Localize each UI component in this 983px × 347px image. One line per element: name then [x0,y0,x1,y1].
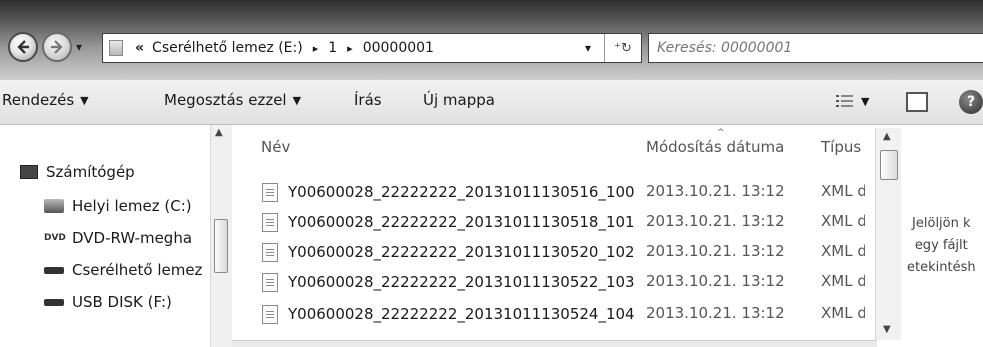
scrollbar-thumb[interactable] [214,219,228,273]
file-row[interactable]: Y00600028_22222222_20131011130518_101 [262,208,635,236]
chevron-down-icon: ▼ [861,94,870,108]
burn-button[interactable]: Írás [354,91,382,109]
navigation-pane: Számítógép Helyi lemez (C:) DVD DVD-RW-m… [0,125,232,347]
folder-icon [109,40,123,56]
computer-icon [20,165,38,179]
refresh-button[interactable]: ⁺↻ [604,34,641,62]
file-name: Y00600028_22222222_20131011130518_101 [288,213,635,231]
nav-item-label: Cserélhető lemez [72,261,203,279]
file-row[interactable]: Y00600028_22222222_20131011130520_102 [262,238,635,266]
address-box[interactable]: « Cserélhető lemez (E:) ▸ 1 ▸ 00000001 ▾… [102,33,642,63]
file-name: Y00600028_22222222_20131011130524_104 [288,305,635,323]
scroll-up-arrow-icon[interactable]: ▲ [883,131,891,142]
breadcrumb-separator[interactable]: ▸ [347,42,353,55]
file-date: 2013.10.21. 13:12 [646,182,785,200]
xml-file-icon [262,242,278,262]
new-folder-button[interactable]: Új mappa [423,91,495,109]
scroll-down-arrow-icon[interactable]: ▼ [883,324,891,335]
preview-message-line: egy fájlt [914,238,968,253]
nav-item-usb-disk-f[interactable]: USB DISK (F:) [44,293,172,311]
dvd-drive-icon: DVD [44,233,66,243]
file-type: XML do [821,182,865,200]
chevron-down-icon: ▼ [80,93,89,107]
file-row[interactable]: Y00600028_22222222_20131011130524_104 [262,300,635,328]
file-row[interactable]: Y00600028_22222222_20131011130522_103 [262,268,635,296]
file-type: XML do [821,212,865,230]
horizontal-scrollbar[interactable] [232,340,877,347]
nav-item-computer[interactable]: Számítógép [20,163,135,181]
breadcrumb-separator[interactable]: ▸ [313,42,319,55]
organize-menu[interactable]: Rendezés ▼ [2,91,89,109]
file-name: Y00600028_22222222_20131011130516_100 [288,183,635,201]
file-date: 2013.10.21. 13:12 [646,212,785,230]
preview-message-line: etekintésh [907,260,976,275]
breadcrumb-item-drive[interactable]: Cserélhető lemez (E:) [152,40,303,56]
file-date: 2013.10.21. 13:12 [646,272,785,290]
view-list-icon [836,95,853,107]
column-header-name[interactable]: Név [261,138,290,156]
sort-ascending-icon: ^ [717,128,725,138]
file-type: XML do [821,242,865,260]
nav-item-dvd-drive[interactable]: DVD DVD-RW-megha [44,229,192,247]
chevron-down-icon: ▼ [292,93,302,107]
file-date: 2013.10.21. 13:12 [646,304,785,322]
file-date: 2013.10.21. 13:12 [646,242,785,260]
breadcrumb-overflow[interactable]: « [135,40,144,56]
nav-item-label: DVD-RW-megha [72,229,193,247]
forward-arrow-icon [51,40,63,54]
view-options-button[interactable]: ▼ [835,93,869,109]
nav-item-label: Helyi lemez (C:) [72,197,192,215]
column-header-date-modified[interactable]: Módosítás dátuma [646,138,784,156]
removable-drive-icon [44,266,64,274]
file-name: Y00600028_22222222_20131011130520_102 [288,243,635,261]
nav-item-label: USB DISK (F:) [72,293,172,311]
share-label: Megosztás ezzel [164,91,287,109]
burn-label: Írás [354,91,382,109]
file-list-scrollbar[interactable]: ▲ ▼ [875,128,901,340]
search-input[interactable]: Keresés: 00000001 [648,33,983,63]
xml-file-icon [262,272,278,292]
preview-pane-toggle-icon[interactable] [906,92,928,112]
back-arrow-icon [17,40,29,54]
help-icon[interactable]: ? [959,90,983,114]
organize-label: Rendezés [2,91,75,109]
navigation-pane-scrollbar[interactable]: ▲ [210,125,232,347]
breadcrumb-item-current[interactable]: 00000001 [363,40,434,56]
file-type: XML do [821,272,865,290]
xml-file-icon [262,182,278,202]
breadcrumb-item-folder-1[interactable]: 1 [328,40,337,56]
file-row[interactable]: Y00600028_22222222_20131011130516_100 [262,178,635,206]
nav-item-label: Számítógép [46,163,135,181]
forward-button[interactable] [42,32,72,62]
recent-pages-chevron-icon[interactable]: ▾ [76,40,82,54]
xml-file-icon [262,304,278,324]
back-button[interactable] [8,32,38,62]
search-placeholder: Keresés: 00000001 [657,40,793,56]
nav-item-removable-disk-e[interactable]: Cserélhető lemez [44,261,202,279]
nav-item-local-disk-c[interactable]: Helyi lemez (C:) [44,197,192,215]
preview-message-line: Jelöljön k [912,216,971,231]
column-header-type[interactable]: Típus [821,138,861,156]
hard-drive-icon [44,199,64,213]
file-name: Y00600028_22222222_20131011130522_103 [288,273,635,291]
scroll-up-arrow-icon[interactable]: ▲ [215,127,223,138]
command-toolbar: Rendezés ▼ Megosztás ezzel ▼ Írás Új map… [0,80,983,125]
usb-drive-icon [44,298,64,306]
xml-file-icon [262,212,278,232]
new-folder-label: Új mappa [423,91,495,109]
file-type: XML do [821,304,865,322]
address-history-dropdown-icon[interactable]: ▾ [585,41,591,55]
scrollbar-thumb[interactable] [880,150,898,180]
share-menu[interactable]: Megosztás ezzel ▼ [164,91,301,109]
preview-pane: Jelöljön k egy fájlt etekintésh [901,125,983,347]
